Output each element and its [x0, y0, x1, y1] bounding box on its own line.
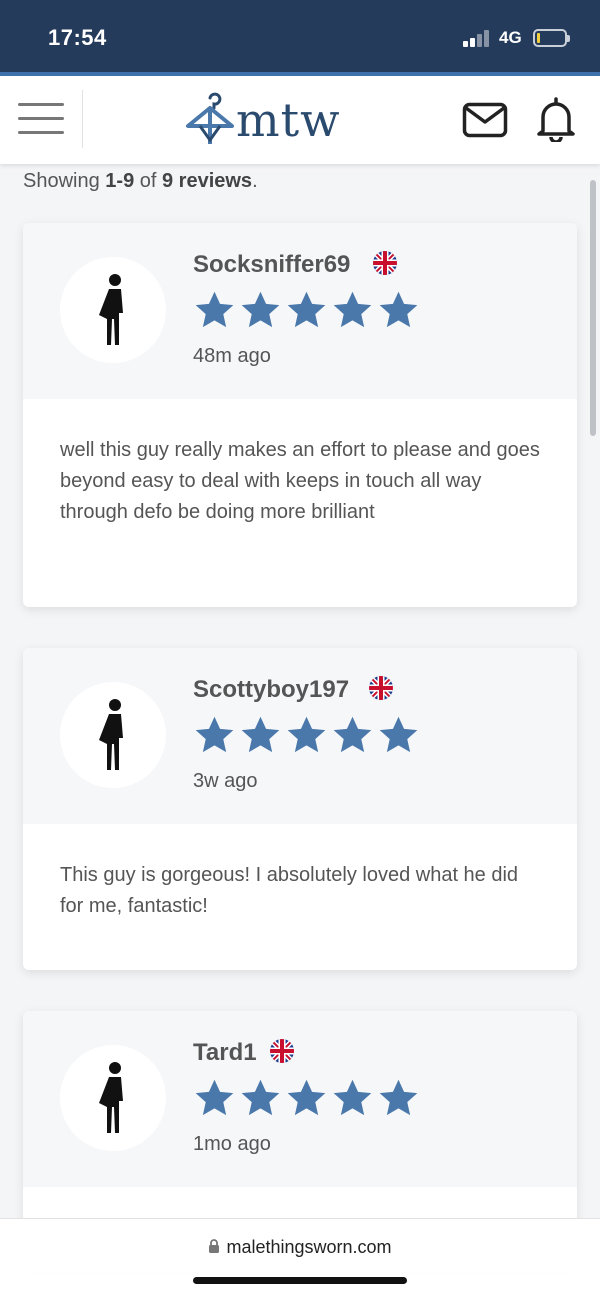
star-icon [287, 291, 326, 328]
scrollbar[interactable] [590, 180, 596, 436]
status-bar: 17:54 4G [0, 0, 600, 72]
star-icon [241, 716, 280, 753]
lock-icon [209, 1239, 220, 1253]
url-text: malethingsworn.com [226, 1237, 392, 1257]
star-icon [379, 291, 418, 328]
site-logo[interactable]: mtw [186, 90, 340, 150]
reviewer-name[interactable]: Scottyboy197 [193, 676, 349, 704]
network-type: 4G [499, 28, 522, 47]
header-divider [82, 90, 83, 148]
review-time: 48m ago [193, 345, 271, 367]
star-icon [333, 291, 372, 328]
star-icon [195, 716, 234, 753]
review-card: Socksniffer69 48m ago well this guy real… [23, 223, 577, 607]
star-rating [193, 714, 420, 757]
avatar[interactable] [60, 1045, 166, 1151]
battery-icon [533, 29, 570, 47]
logo-text: mtw [236, 93, 341, 147]
avatar[interactable] [60, 682, 166, 788]
person-icon [99, 699, 123, 770]
star-icon [195, 291, 234, 328]
review-text: well this guy really makes an effort to … [60, 439, 540, 523]
reviewer-name[interactable]: Tard1 [193, 1039, 257, 1067]
avatar[interactable] [60, 257, 166, 363]
star-icon [333, 1079, 372, 1116]
status-time: 17:54 [48, 25, 107, 50]
address-bar[interactable]: malethingsworn.com [0, 1237, 600, 1258]
star-rating [193, 1077, 420, 1120]
person-icon [99, 1062, 123, 1133]
uk-flag-icon [373, 251, 397, 275]
browser-bottom-bar: malethingsworn.com [0, 1218, 600, 1298]
bell-icon[interactable] [535, 96, 577, 142]
reviews-summary: Showing 1-9 of 9 reviews. [23, 170, 258, 192]
signal-icon [463, 29, 491, 47]
battery-level [537, 33, 540, 43]
hamburger-icon[interactable] [18, 100, 64, 138]
review-time: 1mo ago [193, 1133, 271, 1155]
review-text: This guy is gorgeous! I absolutely loved… [60, 864, 519, 917]
review-card: Scottyboy197 3w ago This guy is gorgeous… [23, 648, 577, 970]
home-indicator[interactable] [193, 1277, 407, 1284]
app-header: mtw [0, 76, 600, 164]
review-time: 3w ago [193, 770, 258, 792]
uk-flag-icon [369, 676, 393, 700]
star-icon [287, 716, 326, 753]
star-icon [379, 716, 418, 753]
uk-flag-icon [270, 1039, 294, 1063]
star-icon [333, 716, 372, 753]
hanger-icon [186, 92, 234, 144]
star-icon [287, 1079, 326, 1116]
star-icon [195, 1079, 234, 1116]
star-rating [193, 289, 420, 332]
star-icon [379, 1079, 418, 1116]
mail-icon[interactable] [462, 102, 508, 138]
star-icon [241, 1079, 280, 1116]
reviewer-name[interactable]: Socksniffer69 [193, 251, 350, 279]
review-range: 1-9 [105, 170, 135, 192]
review-total: 9 reviews [161, 170, 253, 192]
person-icon [99, 274, 123, 345]
star-icon [241, 291, 280, 328]
